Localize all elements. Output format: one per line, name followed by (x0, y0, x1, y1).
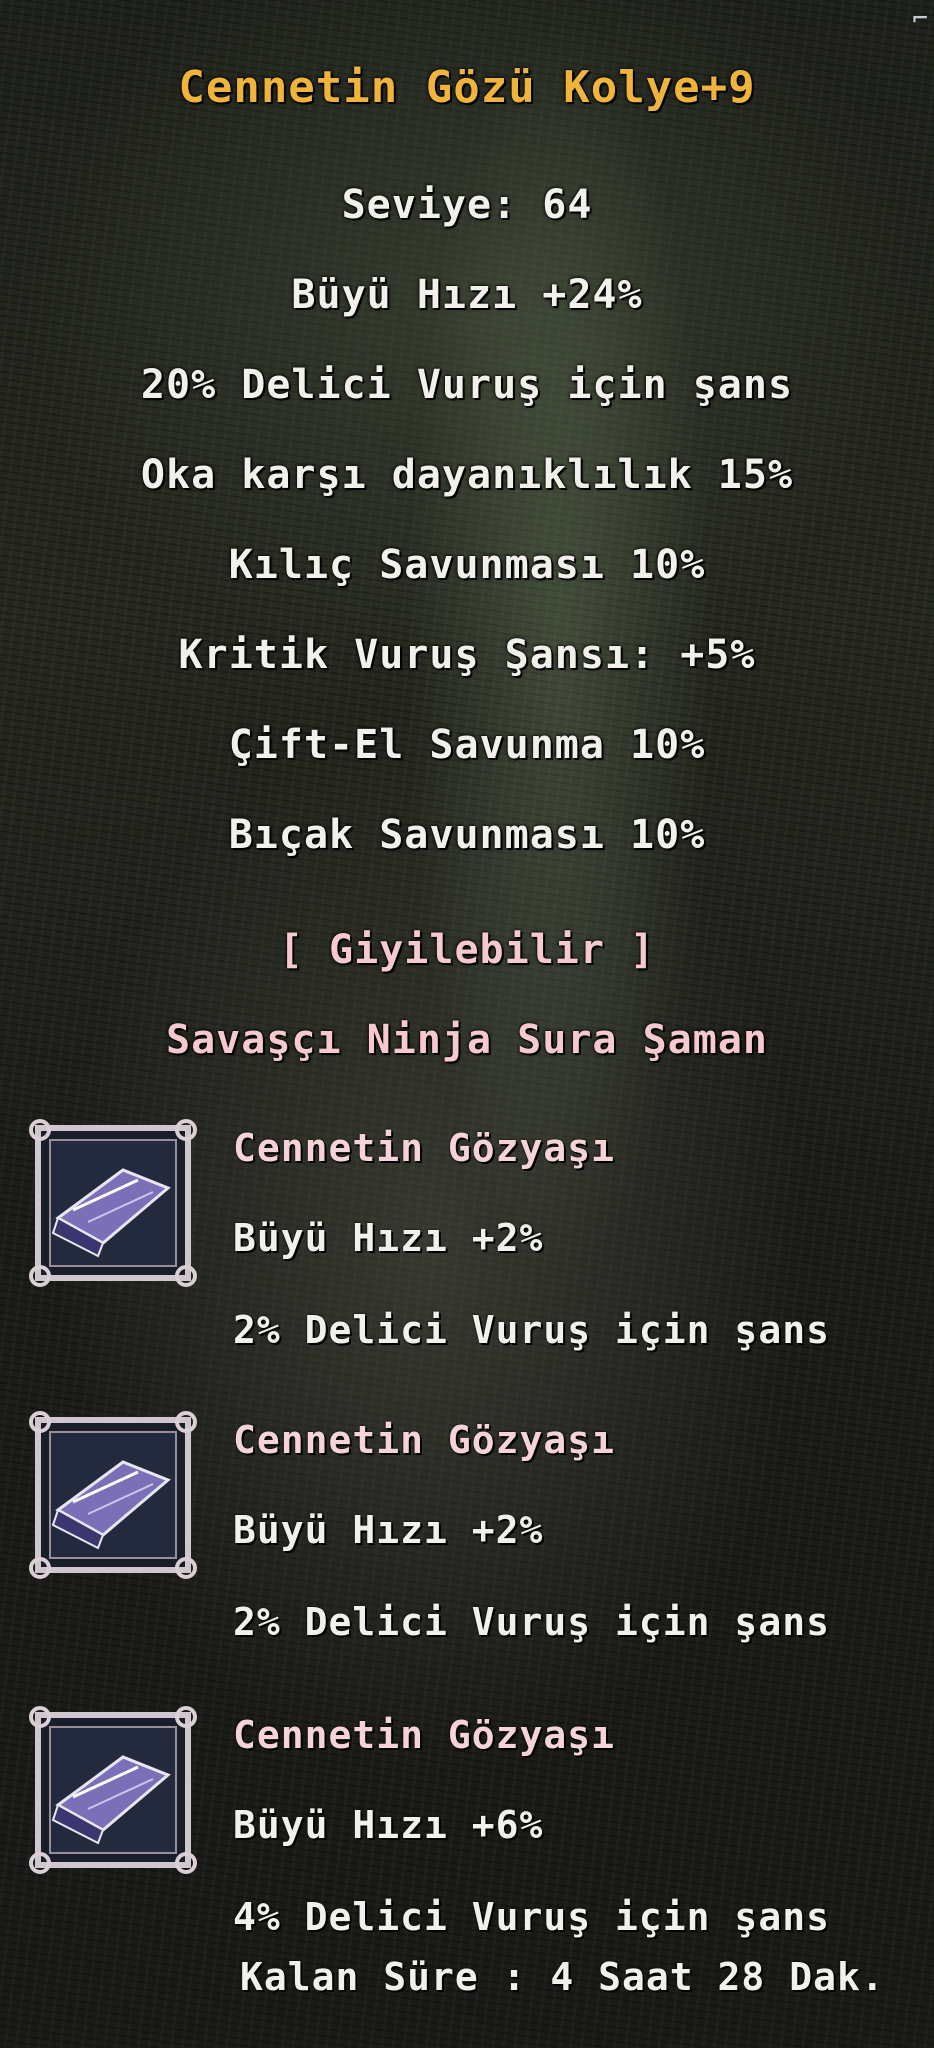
stone-stat: 4% Delici Vuruş için şans (233, 1895, 830, 1939)
stone-name: Cennetin Gözyaşı (233, 1713, 616, 1757)
crystal-tear-stone-icon (28, 1705, 198, 1875)
stone-stat: Büyü Hızı +2% (233, 1508, 544, 1552)
bonus-line: Büyü Hızı +24% (291, 272, 643, 318)
stone-stat: 2% Delici Vuruş için şans (233, 1308, 830, 1352)
bonus-line: Kılıç Savunması 10% (228, 542, 706, 588)
corner-bracket-icon: ⌐ (912, 4, 928, 34)
bonus-line: 20% Delici Vuruş için şans (140, 362, 794, 408)
socket-stone: Cennetin Gözyaşı Büyü Hızı +2% 2% Delici… (28, 1118, 908, 1388)
socket-stone: Cennetin Gözyaşı Büyü Hızı +2% 2% Delici… (28, 1410, 908, 1680)
stone-stat: Büyü Hızı +6% (233, 1803, 544, 1847)
stone-stat: 2% Delici Vuruş için şans (233, 1600, 830, 1644)
item-level: Seviye: 64 (341, 182, 593, 228)
bonus-line: Kritik Vuruş Şansı: +5% (178, 632, 756, 678)
wearable-label: [ Giyilebilir ] (278, 927, 656, 973)
socket-stone: Cennetin Gözyaşı Büyü Hızı +6% 4% Delici… (28, 1705, 908, 1975)
stone-name: Cennetin Gözyaşı (233, 1126, 616, 1170)
item-tooltip: ⌐ Cennetin Gözü Kolye+9 Seviye: 64 Büyü … (0, 0, 934, 2048)
remaining-time: Kalan Süre : 4 Saat 28 Dak. (240, 1955, 885, 1999)
stone-name: Cennetin Gözyaşı (233, 1418, 616, 1462)
crystal-tear-stone-icon (28, 1410, 198, 1580)
bonus-line: Çift-El Savunma 10% (228, 722, 706, 768)
bonus-line: Bıçak Savunması 10% (228, 812, 706, 858)
crystal-tear-stone-icon (28, 1118, 198, 1288)
stone-stat: Büyü Hızı +2% (233, 1216, 544, 1260)
bonus-line: Oka karşı dayanıklılık 15% (140, 452, 794, 498)
item-title: Cennetin Gözü Kolye+9 (178, 62, 756, 113)
wearable-classes: Savaşçı Ninja Sura Şaman (166, 1017, 768, 1063)
